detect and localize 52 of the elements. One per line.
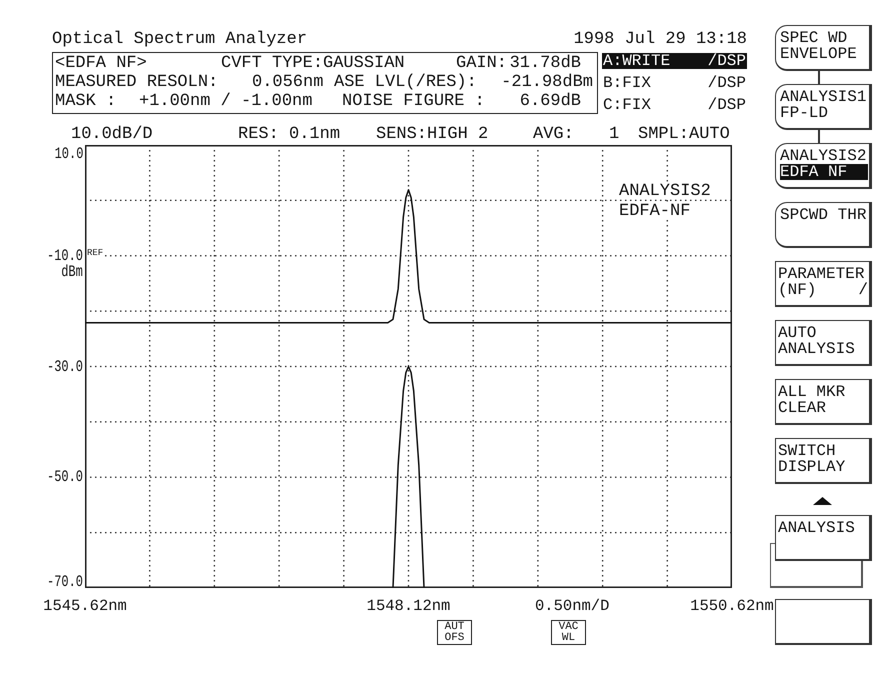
noise-figure-value: 6.69dB: [518, 92, 582, 111]
reference-level-marker: REF: [87, 248, 104, 258]
softkey-button[interactable]: ALL MKR CLEAR: [775, 379, 872, 425]
status-badge: AUT OFS: [437, 620, 472, 645]
softkey-button[interactable]: ANALYSIS1 FP-LD: [775, 84, 872, 130]
gain-label: GAIN:: [456, 54, 508, 73]
wavelength-tick-label: 1550.62nm: [690, 598, 774, 614]
up-triangle-icon: [813, 497, 832, 505]
sensitivity-setting: SENS:HIGH 2: [376, 126, 490, 143]
softkey-button[interactable]: ANALYSIS2 EDFA NF: [775, 143, 872, 189]
softkey-button[interactable]: SPCWD THR: [775, 202, 872, 248]
app-title: Optical Spectrum Analyzer: [52, 30, 308, 50]
display-flag-label: /DSP: [708, 53, 746, 69]
softkey-button[interactable]: SWITCH DISPLAY: [775, 438, 872, 484]
analysis-annotation: ANALYSIS2: [619, 184, 711, 199]
softkey-button[interactable]: ANALYSIS: [775, 515, 872, 561]
resolution-value: 0.056nm: [252, 73, 324, 92]
ase-level-label: ASE LVL(/RES):: [334, 73, 477, 92]
trace-mode-label: A:WRITE: [603, 53, 670, 69]
wavelength-tick-label: 1545.62nm: [43, 598, 127, 614]
resolution-setting: RES: 0.1nm: [238, 126, 342, 143]
softkey-button[interactable]: AUTO ANALYSIS: [775, 320, 872, 366]
mask-label: MASK :: [55, 92, 118, 111]
softkey-button[interactable]: SPEC WD ENVELOPE: [775, 25, 872, 71]
y-unit-label: dBm: [61, 264, 83, 279]
softkey-button[interactable]: PARAMETER (NF) /: [775, 261, 872, 307]
mask-range-value: +1.00nm / -1.00nm: [139, 92, 314, 111]
wavelength-tick-label: 1548.12nm: [366, 598, 450, 614]
fit-type-label: CVFT TYPE:GAUSSIAN: [221, 54, 406, 73]
analysis-annotation: EDFA-NF: [619, 204, 690, 219]
trace-mode-label: C:FIX: [603, 97, 652, 113]
display-flag-label: /DSP: [708, 75, 746, 91]
display-flag-label: /DSP: [708, 97, 746, 113]
gain-value: 31.78dB: [508, 54, 582, 73]
y-tick-label: -50.0: [47, 470, 83, 484]
y-tick-label: 10.0: [54, 147, 83, 161]
status-badge: VAC WL: [551, 620, 586, 645]
y-tick-label: -70.0: [47, 575, 83, 589]
noise-figure-label: NOISE FIGURE :: [342, 92, 485, 111]
y-tick-label: -10.0: [47, 248, 83, 263]
average-label: AVG:: [533, 126, 575, 143]
analysis-mode-label: <EDFA NF>: [55, 54, 148, 73]
scale-label: 10.0dB/D: [71, 126, 154, 143]
sampling-setting: SMPL:AUTO: [638, 126, 731, 143]
resolution-label: MEASURED RESOLN:: [55, 73, 220, 92]
trace-mode-label: B:FIX: [603, 75, 652, 91]
date-time: 1998 Jul 29 13:18: [574, 30, 747, 50]
y-tick-label: -30.0: [47, 360, 83, 374]
scale-per-division-label: 0.50nm/D: [535, 598, 610, 614]
softkey-button[interactable]: [775, 599, 872, 645]
ase-level-value: -21.98dBm: [500, 73, 594, 92]
average-value: 1: [609, 126, 620, 143]
